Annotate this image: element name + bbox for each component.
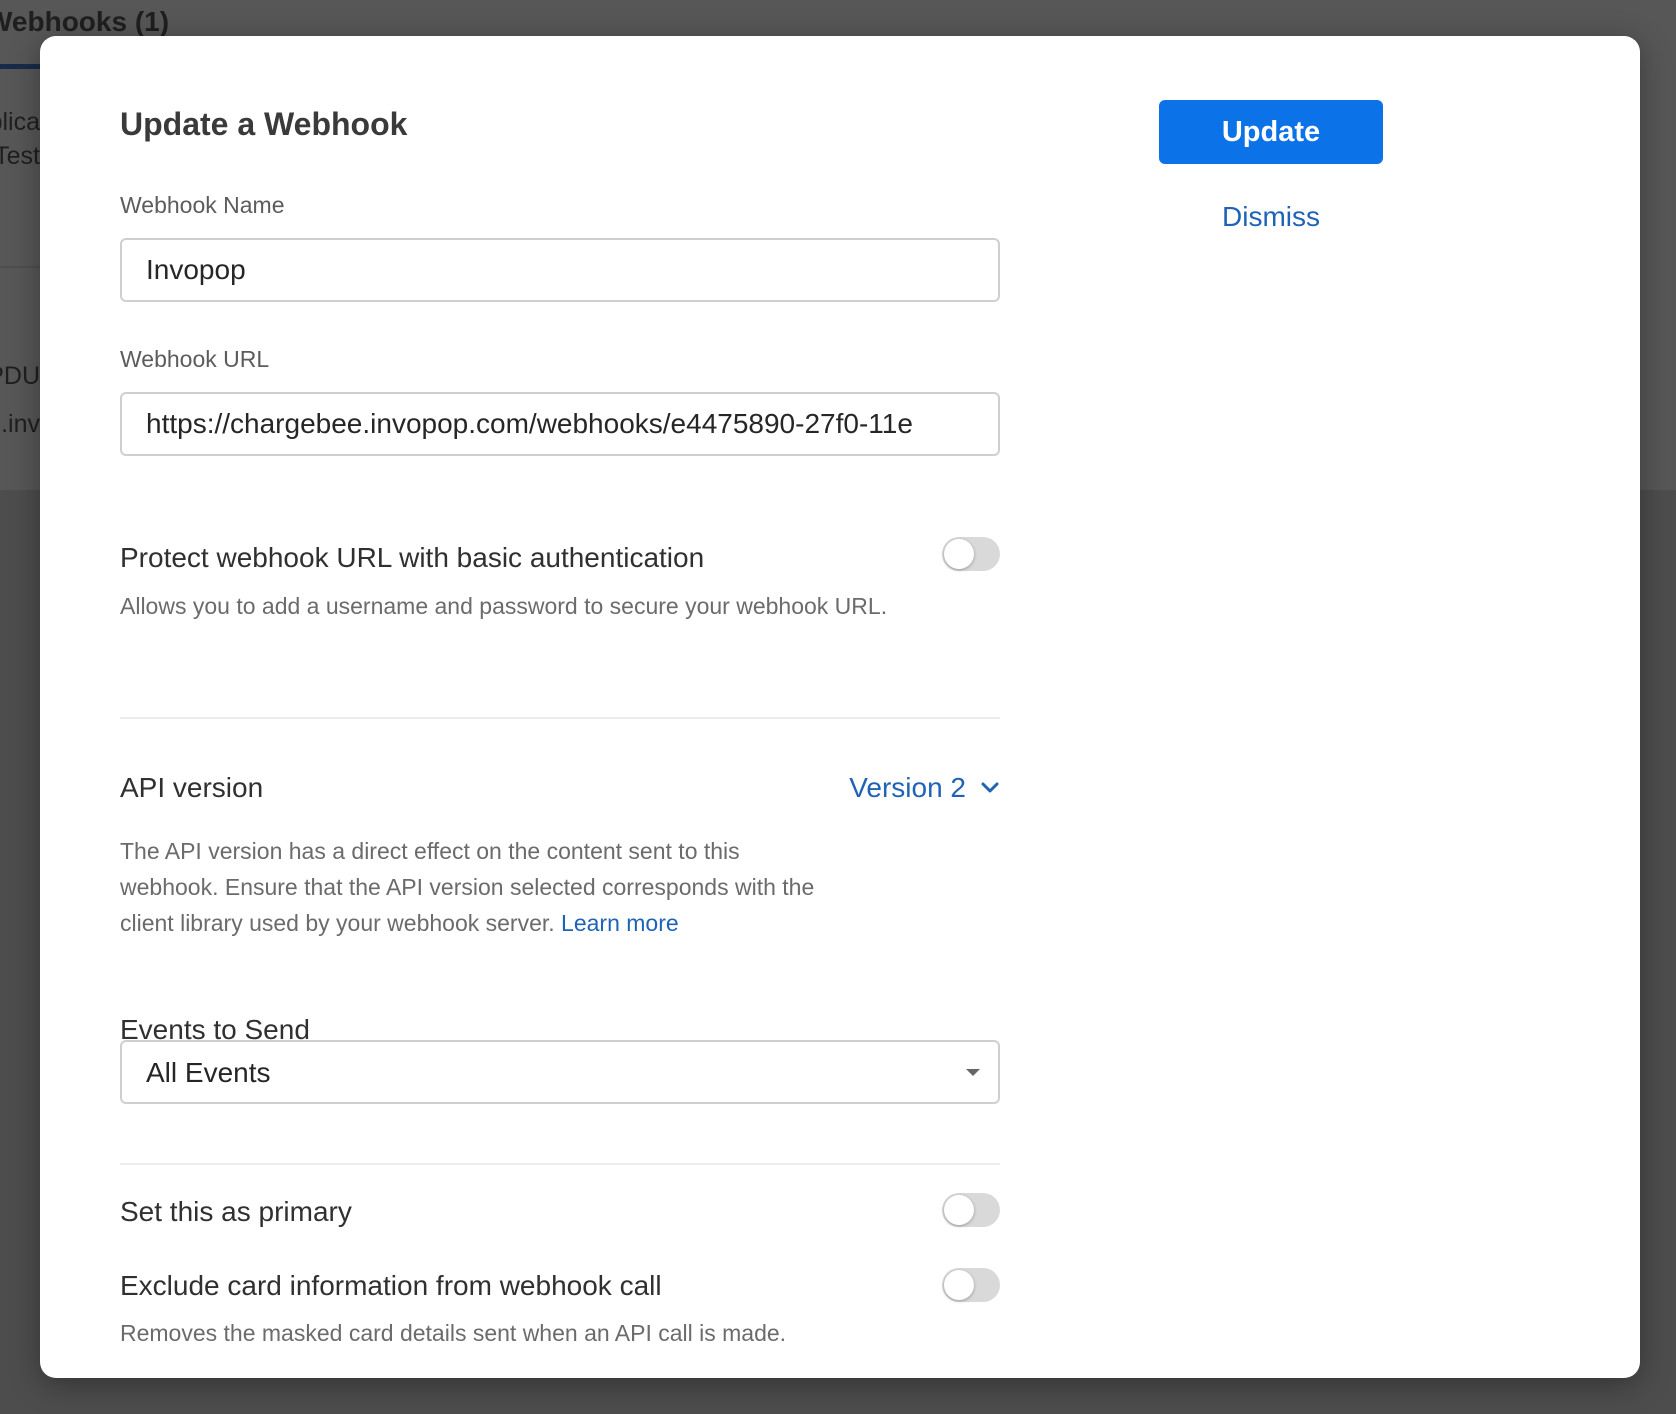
learn-more-link[interactable]: Learn more — [561, 910, 679, 936]
chevron-down-icon — [981, 782, 999, 793]
webhook-url-label: Webhook URL — [120, 346, 270, 372]
primary-label: Set this as primary — [120, 1196, 352, 1227]
api-version-select[interactable]: Version 2 — [849, 772, 1000, 804]
background-text-fragment: Test. — [0, 142, 40, 170]
webhook-name-label: Webhook Name — [120, 192, 285, 218]
background-tab-title: Webhooks (1) — [0, 6, 170, 37]
primary-toggle[interactable] — [942, 1193, 1000, 1227]
update-button[interactable]: Update — [1159, 100, 1383, 164]
basic-auth-toggle[interactable] — [942, 537, 1000, 571]
caret-down-icon — [966, 1069, 980, 1076]
background-text-fragment: Applica — [0, 108, 40, 136]
events-select[interactable]: All Events — [120, 1040, 1000, 1104]
exclude-card-label: Exclude card information from webhook ca… — [120, 1270, 662, 1301]
section-divider — [120, 717, 1000, 719]
toggle-knob — [944, 1270, 974, 1300]
basic-auth-label: Protect webhook URL with basic authentic… — [120, 542, 705, 573]
api-version-help-text: The API version has a direct effect on t… — [120, 838, 815, 936]
background-text-fragment: e.inv — [0, 410, 40, 438]
background-divider — [0, 266, 40, 268]
update-webhook-modal: Update a Webhook Webhook Name Webhook UR… — [40, 36, 1640, 1378]
background-text-fragment: UPDU — [0, 362, 40, 390]
exclude-card-toggle[interactable] — [942, 1268, 1000, 1302]
dismiss-button[interactable]: Dismiss — [1159, 201, 1383, 233]
toggle-knob — [944, 1195, 974, 1225]
toggle-knob — [944, 539, 974, 569]
exclude-card-help: Removes the masked card details sent whe… — [120, 1320, 787, 1346]
api-version-label: API version — [120, 772, 264, 803]
webhook-url-input[interactable] — [120, 392, 1000, 456]
modal-title: Update a Webhook — [120, 106, 408, 142]
api-version-value: Version 2 — [849, 772, 966, 803]
section-divider — [120, 1163, 1000, 1165]
webhook-name-input[interactable] — [120, 238, 1000, 302]
basic-auth-help: Allows you to add a username and passwor… — [120, 593, 888, 619]
api-version-help: The API version has a direct effect on t… — [120, 833, 820, 941]
background-tab-underline — [0, 64, 40, 69]
events-select-value: All Events — [146, 1057, 271, 1088]
